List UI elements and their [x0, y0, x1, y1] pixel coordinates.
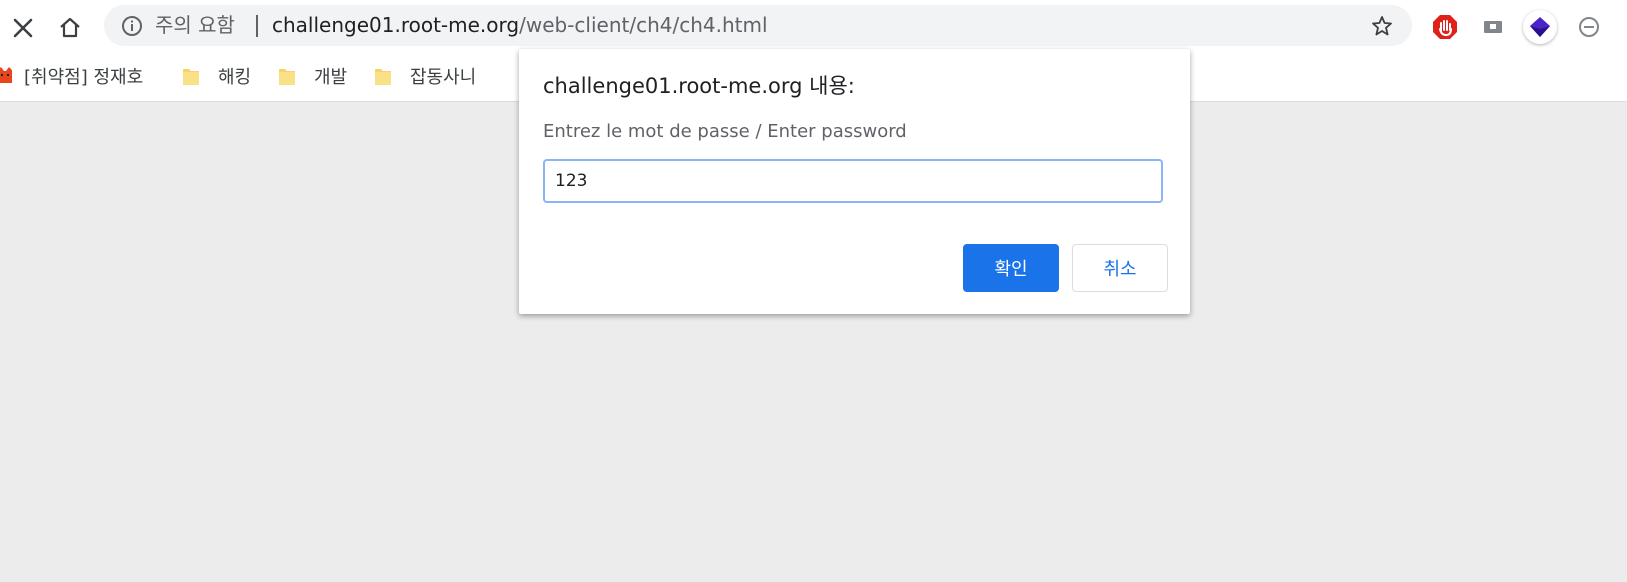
cancel-button[interactable]: 취소 [1072, 244, 1168, 292]
extension-cast-button[interactable] [1479, 13, 1507, 41]
folder-icon [279, 69, 295, 85]
address-separator [256, 15, 258, 37]
extension-minus-button[interactable] [1575, 13, 1603, 41]
folder-icon [183, 69, 199, 85]
home-icon [60, 17, 80, 38]
browser-toolbar: 주의 요함 challenge01.root-me.org/web-client… [0, 0, 1627, 54]
url-path: /web-client/ch4/ch4.html [519, 13, 768, 37]
address-bar[interactable]: 주의 요함 challenge01.root-me.org/web-client… [104, 5, 1412, 46]
ok-button[interactable]: 확인 [963, 244, 1059, 292]
prompt-dialog: challenge01.root-me.org 내용: Entrez le mo… [519, 49, 1190, 314]
dialog-message: Entrez le mot de passe / Enter password [543, 121, 907, 142]
url-host: challenge01.root-me.org [272, 13, 520, 37]
bookmark-label: 잡동사니 [410, 67, 477, 88]
security-status-label[interactable]: 주의 요함 [155, 11, 235, 39]
bookmark-folder[interactable]: 개발 [278, 62, 347, 90]
stop-loading-button[interactable] [6, 11, 40, 45]
extension-layers-button[interactable] [1523, 10, 1557, 44]
url-text[interactable]: challenge01.root-me.org/web-client/ch4/c… [272, 11, 768, 39]
stop-hand-icon [1433, 15, 1457, 39]
favicon-icon [0, 67, 12, 83]
dialog-title: challenge01.root-me.org 내용: [543, 74, 855, 98]
bookmark-folder[interactable]: 해킹 [182, 62, 251, 90]
screen-icon [1484, 21, 1502, 33]
password-input[interactable] [543, 159, 1163, 203]
folder-icon [375, 69, 391, 85]
bookmark-label: 개발 [314, 67, 348, 88]
home-button[interactable] [53, 11, 87, 45]
bookmark-label: [취약점] 정재호 [24, 67, 144, 88]
close-icon [13, 18, 33, 38]
bookmark-item[interactable]: [취약점] 정재호 [0, 62, 143, 90]
bookmark-star-icon[interactable] [1370, 14, 1394, 38]
extension-adblock-button[interactable] [1431, 13, 1459, 41]
layers-icon [1530, 17, 1550, 37]
info-icon[interactable] [120, 14, 144, 38]
bookmark-folder[interactable]: 잡동사니 [374, 62, 476, 90]
bookmark-label: 해킹 [218, 67, 252, 88]
minus-circle-icon [1579, 17, 1599, 37]
